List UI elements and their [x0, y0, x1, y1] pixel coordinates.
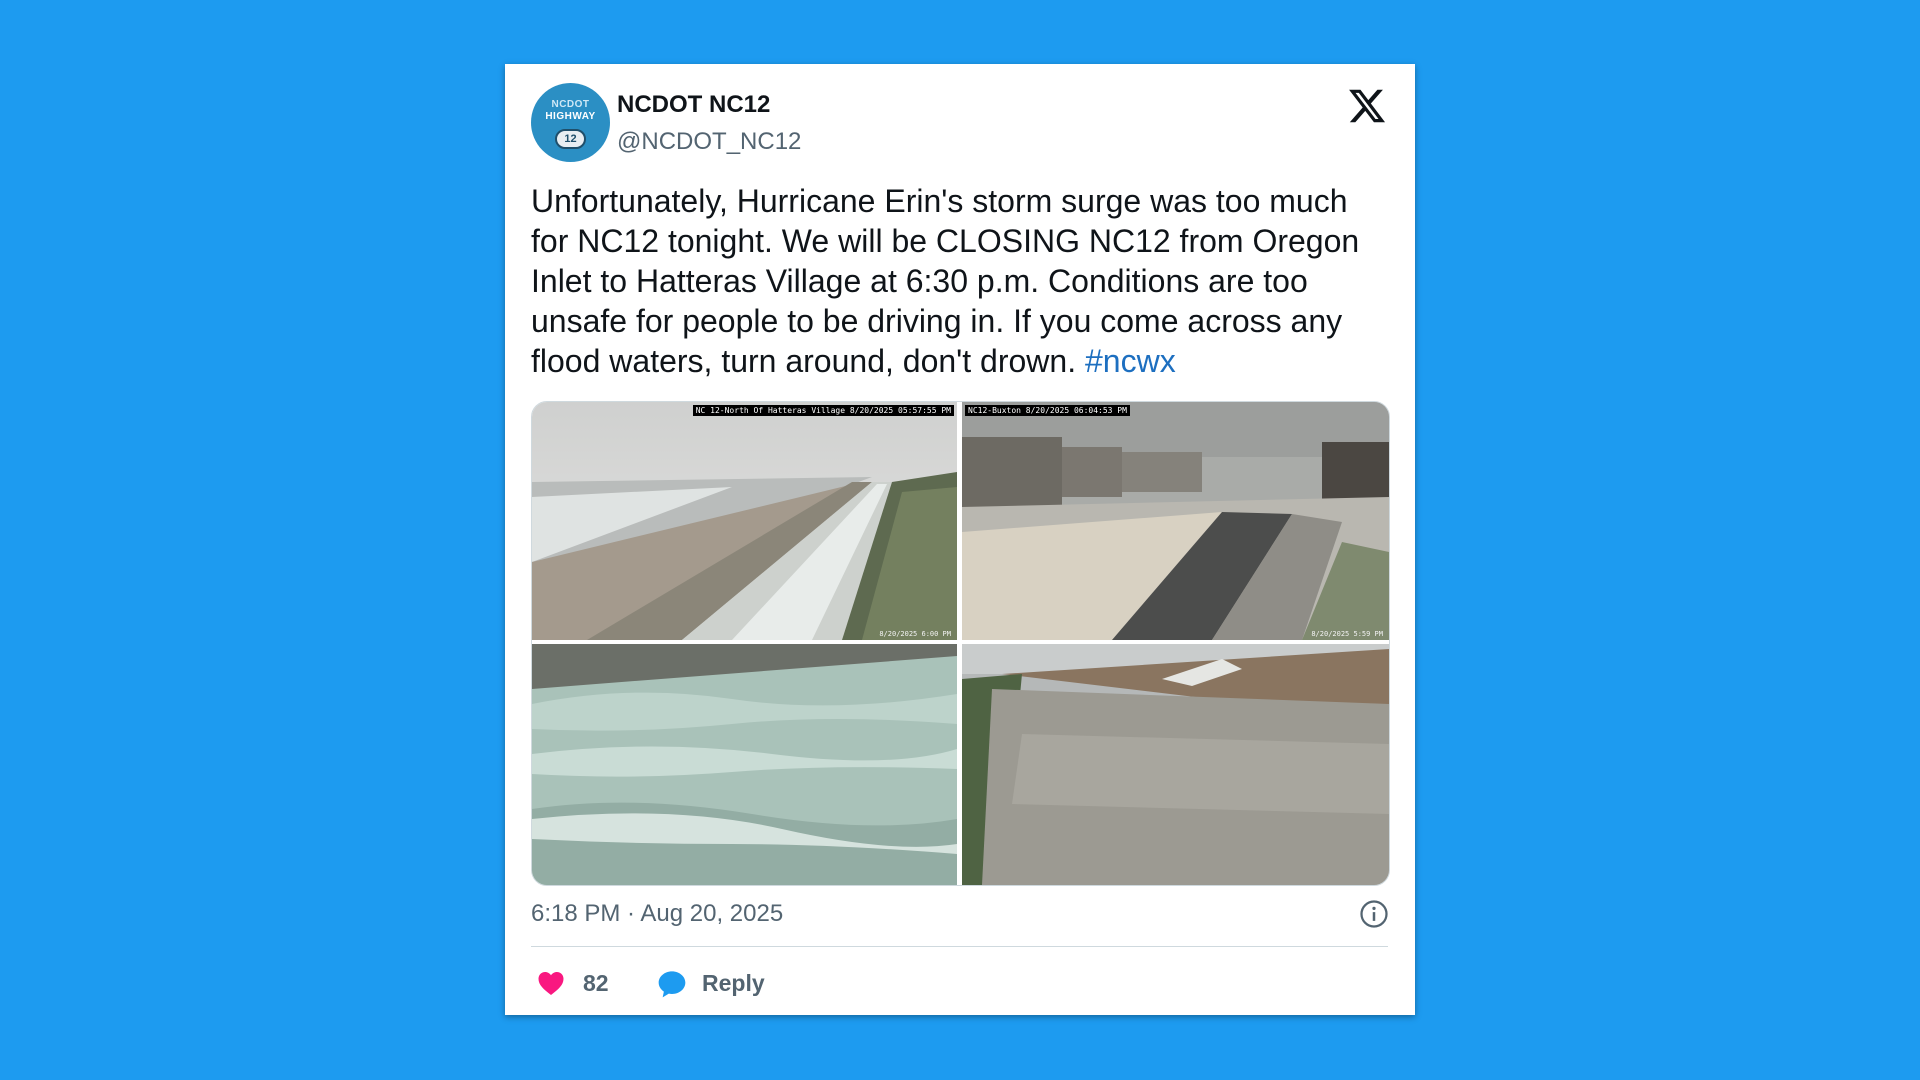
camera-label-2: NC12-Buxton 8/20/2025 06:04:53 PM: [965, 405, 1130, 416]
photo-1-image: [532, 402, 957, 640]
x-logo-icon[interactable]: [1347, 86, 1387, 126]
photo-4-image: [962, 644, 1389, 885]
media-photo-4[interactable]: [962, 644, 1389, 885]
tweet-card: NCDOT HIGHWAY 12 NCDOT NC12 @NCDOT_NC12 …: [505, 64, 1415, 1015]
avatar-text-line1: NCDOT: [551, 99, 590, 110]
photo-2-image: [962, 402, 1389, 640]
hashtag-link[interactable]: #ncwx: [1085, 343, 1176, 379]
like-count[interactable]: 82: [583, 970, 609, 997]
tweet-text: Unfortunately, Hurricane Erin's storm su…: [531, 181, 1393, 381]
tweet-timestamp[interactable]: 6:18 PM · Aug 20, 2025: [531, 900, 783, 928]
photo-3-image: [532, 644, 957, 885]
media-photo-2[interactable]: NC12-Buxton 8/20/2025 06:04:53 PM 8/20/2…: [962, 402, 1389, 640]
reply-button[interactable]: Reply: [702, 970, 765, 997]
account-handle[interactable]: @NCDOT_NC12: [617, 128, 801, 156]
media-photo-1[interactable]: NC 12-North Of Hatteras Village 8/20/202…: [532, 402, 957, 640]
divider: [531, 946, 1388, 947]
avatar[interactable]: NCDOT HIGHWAY 12: [531, 83, 610, 162]
display-name[interactable]: NCDOT NC12: [617, 91, 770, 119]
media-grid: NC 12-North Of Hatteras Village 8/20/202…: [531, 401, 1390, 886]
avatar-text-line2: HIGHWAY: [545, 111, 596, 122]
avatar-shield: 12: [555, 129, 586, 149]
speech-bubble-icon[interactable]: [655, 968, 689, 1000]
tweet-body: Unfortunately, Hurricane Erin's storm su…: [531, 183, 1360, 379]
camera-label-1: NC 12-North Of Hatteras Village 8/20/202…: [692, 405, 954, 416]
media-photo-3[interactable]: [532, 644, 957, 885]
heart-icon[interactable]: [535, 968, 567, 998]
camera-time-2: 8/20/2025 5:59 PM: [1311, 630, 1383, 638]
camera-time-1: 8/20/2025 6:00 PM: [879, 630, 951, 638]
info-icon[interactable]: [1359, 899, 1389, 929]
action-bar: 82 Reply: [531, 964, 1388, 1004]
